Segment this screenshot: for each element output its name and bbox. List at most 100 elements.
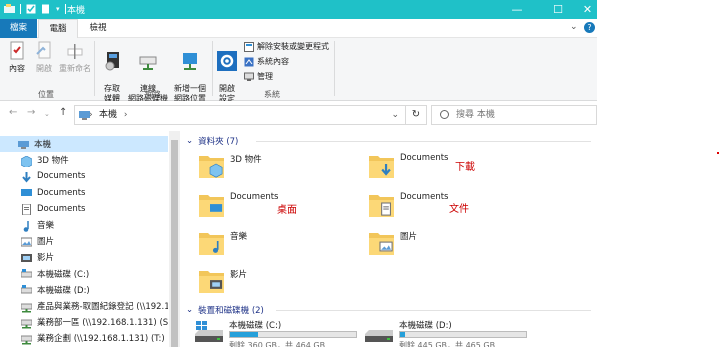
sidebar-item[interactable]: 本機磁碟 (D:) <box>0 282 168 298</box>
sidebar-item-label: Documents <box>37 171 86 182</box>
folder-item[interactable]: Documents <box>198 189 278 219</box>
collapse-chevron-icon: ⌄ <box>186 305 194 315</box>
sidebar-item[interactable]: 本機磁碟 (C:) <box>0 266 168 282</box>
tab-file[interactable]: 檔案 <box>0 19 37 38</box>
navigation-scroll-thumb[interactable] <box>171 140 178 347</box>
sidebar-item-label: 產品與業務-取圖紀錄登記 (\\192.168 <box>37 302 168 312</box>
group-divider <box>276 310 591 311</box>
back-arrow-icon[interactable]: ← <box>9 107 17 118</box>
folders-group-header[interactable]: ⌄ 資料夾 (7) <box>186 135 596 147</box>
map-drive-icon <box>139 56 157 70</box>
uninstall-icon <box>244 41 254 52</box>
system-properties-button[interactable]: 系統內容 <box>244 56 289 67</box>
separator-bar <box>20 4 21 14</box>
recent-dropdown-icon[interactable]: ⌄ <box>44 110 50 118</box>
forward-arrow-icon[interactable]: → <box>27 107 35 118</box>
new-folder-icon[interactable] <box>41 4 51 14</box>
access-media-button[interactable]: 存取 媒體 <box>97 40 127 104</box>
sidebar-item[interactable]: 業務企劃 (\\192.168.1.131) (T:) <box>0 330 168 346</box>
sidebar-item-label: 本機磁碟 (C:) <box>37 269 90 280</box>
folder-item[interactable]: 3D 物件 <box>198 150 262 180</box>
folder-icon <box>199 271 224 293</box>
netdrive-icon <box>20 318 33 329</box>
network-location-icon <box>183 53 197 70</box>
tab-computer[interactable]: 電腦 <box>38 19 78 39</box>
video-icon <box>21 253 32 262</box>
drive-icon <box>20 285 33 294</box>
address-dropdown-icon[interactable]: ⌄ <box>391 106 399 124</box>
sidebar-item[interactable]: 圖片 <box>0 233 168 249</box>
search-box[interactable]: 搜尋 本機 <box>431 105 597 125</box>
properties-check-icon[interactable] <box>26 4 36 14</box>
sidebar-item-label: 影片 <box>37 253 55 264</box>
customize-toolbar-icon[interactable]: ▾ <box>56 5 60 13</box>
system-properties-label: 系統內容 <box>257 57 289 66</box>
address-row: ← → ⌄ ↑ › 本機 › ⌄ ↻ 搜尋 本機 <box>0 101 597 128</box>
sidebar-item[interactable]: 音樂 <box>0 217 168 233</box>
devices-group-header[interactable]: ⌄ 裝置和磁碟機 (2) <box>186 304 596 316</box>
collapse-ribbon-icon[interactable]: ⌄ <box>570 22 578 32</box>
refresh-icon: ↻ <box>411 109 421 120</box>
address-bar[interactable]: › 本機 › ⌄ <box>74 105 406 125</box>
drive-label: 本機磁碟 (D:) <box>399 321 452 331</box>
desktop-icon <box>21 188 32 197</box>
sidebar-item[interactable]: Documents <box>0 168 168 184</box>
sidebar-item[interactable]: Documents <box>0 201 168 217</box>
drive-icon <box>20 269 33 278</box>
up-arrow-icon[interactable]: ↑ <box>59 107 67 118</box>
folder-icon <box>369 195 394 217</box>
add-network-location-button[interactable]: 新增一個 網路位置 <box>171 40 209 104</box>
sidebar-item[interactable]: 本機 <box>0 136 168 152</box>
close-button[interactable]: ✕ <box>578 0 597 19</box>
manage-button[interactable]: 管理 <box>244 71 273 82</box>
picture-icon <box>20 237 33 247</box>
window-title: 本機 <box>67 6 86 16</box>
sidebar-item-label: 本機磁碟 (D:) <box>37 285 90 296</box>
folder-icon <box>369 233 394 255</box>
breadcrumb-pc[interactable]: 本機 <box>99 110 117 120</box>
sidebar-item-label: 圖片 <box>37 237 55 248</box>
properties-icon <box>10 41 24 60</box>
folder-label: Documents <box>230 192 279 202</box>
drive-space-info: 剩餘 360 GB，共 464 GB <box>229 341 326 347</box>
sidebar-item[interactable]: 影片 <box>0 249 168 265</box>
explorer-window: ▾ 本機 — ☐ ✕ 檔案 電腦 檢視 ⌄ ? 內容 開啟 重新命名 位置 存取… <box>0 0 597 347</box>
folder-item[interactable]: 圖片 <box>368 227 417 257</box>
folder-item[interactable]: Documents <box>368 189 448 219</box>
open-settings-button[interactable]: 開啟 設定 <box>214 40 240 104</box>
minimize-button[interactable]: — <box>497 0 537 19</box>
pc-icon <box>18 140 29 149</box>
system-properties-icon <box>244 57 254 66</box>
tab-view[interactable]: 檢視 <box>79 19 117 38</box>
red-dot-marker <box>717 152 719 154</box>
rename-button[interactable]: 重新命名 <box>58 40 92 74</box>
maximize-button[interactable]: ☐ <box>538 0 578 19</box>
collapse-chevron-icon: ⌄ <box>186 136 194 146</box>
folder-item[interactable]: 影片 <box>198 265 247 295</box>
group-system-label: 系統 <box>264 90 280 99</box>
properties-button[interactable]: 內容 <box>4 40 30 74</box>
music-icon <box>21 220 32 232</box>
sidebar-item[interactable]: 產品與業務-取圖紀錄登記 (\\192.168 <box>0 298 168 314</box>
ribbon-tabs: 檔案 電腦 檢視 ⌄ ? <box>0 19 597 39</box>
drive-usage-fill <box>230 332 258 337</box>
folder-item[interactable]: 音樂 <box>198 227 247 257</box>
media-icon <box>105 52 119 71</box>
refresh-button[interactable]: ↻ <box>406 105 427 125</box>
folder-label: 影片 <box>230 270 248 280</box>
hard-drive-icon <box>195 321 223 342</box>
ribbon-separator <box>334 41 335 96</box>
help-icon[interactable]: ? <box>584 22 595 33</box>
sidebar-item[interactable]: 3D 物件 <box>0 152 168 169</box>
uninstall-button[interactable]: 解除安裝或變更程式 <box>244 41 329 52</box>
sidebar-item-label: Documents <box>37 203 86 214</box>
folder-icon <box>369 156 394 178</box>
folder-label: Documents <box>400 192 449 202</box>
open-button[interactable]: 開啟 <box>33 40 55 74</box>
explorer-icon <box>4 4 15 13</box>
drive-usage-bar <box>229 331 357 338</box>
folder-item[interactable]: Documents <box>368 150 448 180</box>
sidebar-item[interactable]: Documents <box>0 185 168 201</box>
manage-icon <box>244 72 254 81</box>
sidebar-item[interactable]: 業務部一區 (\\192.168.1.131) (S:) <box>0 314 168 330</box>
